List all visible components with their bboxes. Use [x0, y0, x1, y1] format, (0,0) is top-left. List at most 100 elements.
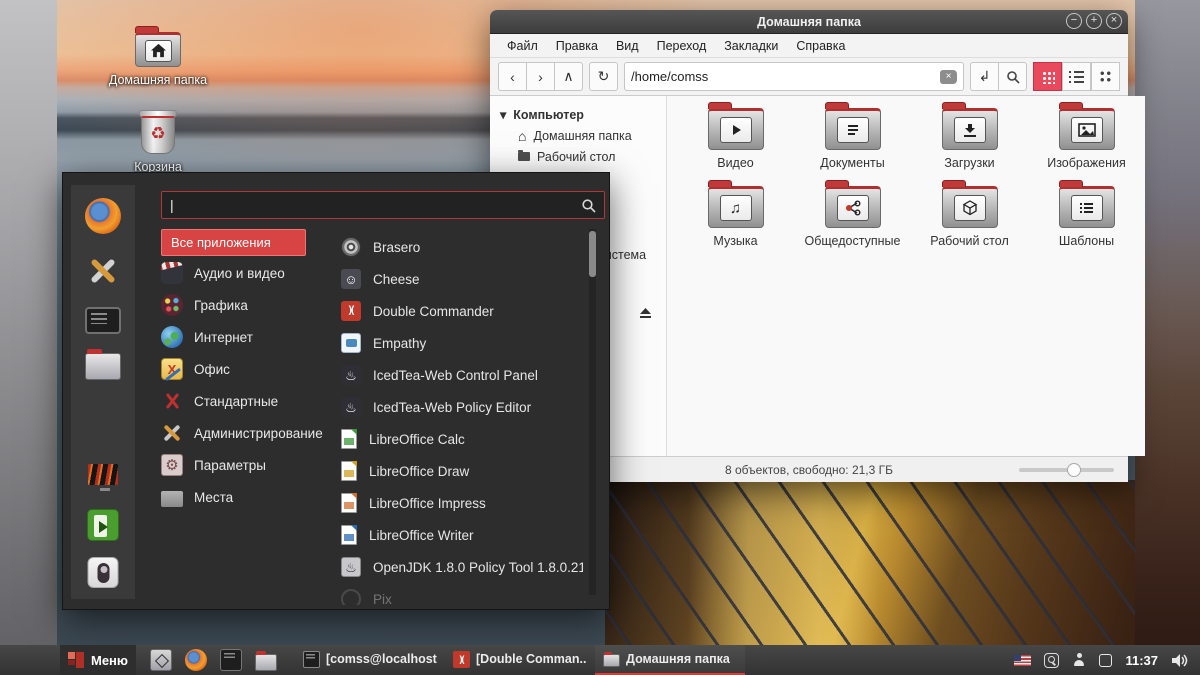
path-input[interactable]: /home/comss ×	[624, 62, 964, 91]
clear-path-icon[interactable]: ×	[940, 70, 957, 84]
tray-window-icon[interactable]	[1099, 654, 1112, 667]
menu-file[interactable]: Файл	[498, 39, 547, 53]
cheese-icon: ☺	[341, 269, 361, 289]
taskbar-window-home-folder[interactable]: Домашняя папка	[595, 645, 745, 675]
eject-icon[interactable]	[639, 307, 652, 319]
menu-scrollbar[interactable]	[589, 229, 596, 595]
app-icedtea-policy-editor[interactable]: ♨ IcedTea-Web Policy Editor	[341, 391, 583, 423]
app-libreoffice-draw[interactable]: LibreOffice Draw	[341, 455, 583, 487]
app-empathy[interactable]: Empathy	[341, 327, 583, 359]
category-audio-video[interactable]: Аудио и видео	[161, 257, 336, 289]
toggle-location-button[interactable]: ↲	[970, 62, 999, 91]
tray-user-icon[interactable]	[1072, 653, 1086, 667]
sidebar-computer[interactable]: ▾ Компьютер	[490, 104, 666, 125]
app-pix[interactable]: Pix	[341, 583, 583, 605]
folder-item-desktop[interactable]: Рабочий стол	[911, 186, 1028, 248]
app-double-commander[interactable]: )( Double Commander	[341, 295, 583, 327]
menu-edit[interactable]: Правка	[547, 39, 607, 53]
search-button[interactable]	[998, 62, 1027, 91]
search-icon	[581, 198, 596, 213]
folder-item-pictures[interactable]: Изображения	[1028, 108, 1145, 170]
folder-item-documents[interactable]: Документы	[794, 108, 911, 170]
tools-launcher-icon[interactable]	[85, 253, 121, 289]
category-office[interactable]: X Офис	[161, 353, 336, 385]
category-administration[interactable]: Администрирование	[161, 417, 336, 449]
file-grid[interactable]: Видео Документы Загрузки Изображения	[667, 96, 1145, 456]
category-internet[interactable]: Интернет	[161, 321, 336, 353]
category-places[interactable]: Места	[161, 481, 336, 513]
up-button[interactable]: ∧	[554, 62, 583, 91]
menu-help[interactable]: Справка	[787, 39, 854, 53]
category-graphics[interactable]: Графика	[161, 289, 336, 321]
close-button[interactable]: ×	[1106, 13, 1122, 29]
window-title: Домашняя папка	[757, 15, 861, 29]
folder-item-music[interactable]: ♫ Музыка	[677, 186, 794, 248]
folder-item-downloads[interactable]: Загрузки	[911, 108, 1028, 170]
menu-bookmarks[interactable]: Закладки	[715, 39, 787, 53]
globe-icon	[161, 326, 183, 348]
minimize-button[interactable]: −	[1066, 13, 1082, 29]
share-icon	[837, 195, 869, 221]
all-applications-button[interactable]: Все приложения	[161, 229, 306, 256]
grid-icon	[1041, 70, 1055, 84]
lock-screen-icon[interactable]	[86, 462, 120, 487]
writer-document-icon	[341, 525, 357, 545]
folder-item-video[interactable]: Видео	[677, 108, 794, 170]
app-brasero[interactable]: Brasero	[341, 231, 583, 263]
icon-view-button[interactable]	[1033, 62, 1062, 91]
menu-go[interactable]: Переход	[648, 39, 716, 53]
volume-icon[interactable]	[1171, 653, 1188, 668]
folder-icon	[603, 654, 620, 667]
menu-view[interactable]: Вид	[607, 39, 648, 53]
path-text: /home/comss	[631, 69, 940, 84]
tray-search-icon[interactable]	[1044, 653, 1059, 668]
sidebar-item-home[interactable]: ⌂ Домашняя папка	[490, 125, 666, 146]
refresh-button[interactable]: ↻	[589, 62, 618, 91]
firefox-launcher-icon[interactable]	[85, 198, 121, 234]
home-folder-icon	[135, 32, 181, 67]
disc-icon	[341, 237, 361, 257]
terminal-icon[interactable]	[220, 649, 242, 671]
app-cheese[interactable]: ☺ Cheese	[341, 263, 583, 295]
sidebar-item-desktop[interactable]: Рабочий стол	[490, 146, 666, 167]
show-desktop-icon[interactable]	[150, 649, 172, 671]
window-titlebar[interactable]: Домашняя папка − + ×	[490, 10, 1128, 34]
taskbar-window-double-commander[interactable]: )( [Double Comman...	[445, 645, 595, 675]
terminal-launcher-icon[interactable]	[85, 307, 121, 334]
wallpaper-edge-strip	[0, 0, 57, 675]
back-button[interactable]: ‹	[498, 62, 527, 91]
template-icon	[1071, 195, 1103, 221]
category-preferences[interactable]: ⚙ Параметры	[161, 449, 336, 481]
folder-item-public[interactable]: Общедоступные	[794, 186, 911, 248]
power-icon[interactable]	[88, 557, 119, 588]
forward-button[interactable]: ›	[526, 62, 555, 91]
terminal-icon	[303, 651, 320, 668]
zoom-slider[interactable]	[1019, 468, 1114, 472]
desktop-icon-trash[interactable]: ♻ Корзина	[93, 113, 223, 174]
maximize-button[interactable]: +	[1086, 13, 1102, 29]
list-view-button[interactable]	[1062, 62, 1091, 91]
compact-view-button[interactable]	[1091, 62, 1120, 91]
app-libreoffice-calc[interactable]: LibreOffice Calc	[341, 423, 583, 455]
app-openjdk-policy-tool[interactable]: ♨ OpenJDK 1.8.0 Policy Tool 1.8.0.212.b0…	[341, 551, 583, 583]
files-launcher-icon[interactable]	[85, 353, 121, 380]
desktop-icon-home[interactable]: Домашняя папка	[93, 32, 223, 87]
double-commander-icon: )(	[453, 651, 470, 668]
java-icon: ♨	[341, 557, 361, 577]
logout-icon[interactable]	[87, 509, 119, 541]
file-manager-icon[interactable]	[255, 654, 277, 671]
firefox-icon[interactable]	[185, 649, 207, 671]
folder-item-templates[interactable]: Шаблоны	[1028, 186, 1145, 248]
app-icedtea-control-panel[interactable]: ♨ IcedTea-Web Control Panel	[341, 359, 583, 391]
clock[interactable]: 11:37	[1125, 653, 1158, 668]
category-accessories[interactable]: Стандартные	[161, 385, 336, 417]
menu-search-input[interactable]: |	[161, 191, 605, 219]
app-libreoffice-writer[interactable]: LibreOffice Writer	[341, 519, 583, 551]
menu-button[interactable]: Меню	[60, 645, 136, 675]
expander-icon[interactable]: ▾	[500, 107, 506, 122]
app-libreoffice-impress[interactable]: LibreOffice Impress	[341, 487, 583, 519]
zoom-slider-knob[interactable]	[1067, 463, 1081, 477]
scrollbar-thumb[interactable]	[589, 231, 596, 277]
taskbar-window-terminal[interactable]: [comss@localhost...	[295, 645, 445, 675]
keyboard-layout-flag-icon[interactable]	[1014, 655, 1031, 666]
